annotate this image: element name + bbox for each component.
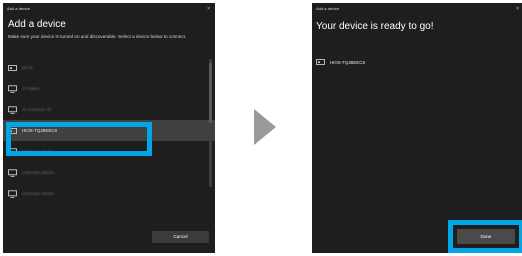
selection-highlight [6,122,152,156]
storage-device-icon [316,59,325,65]
device-name: Unknown device [22,170,55,175]
device-name: SI Wales [22,86,40,91]
monitor-icon [8,84,17,93]
device-name: SI reserved, Ri [22,107,52,112]
monitor-icon [8,168,17,177]
monitor-icon [8,189,17,198]
close-icon[interactable]: × [516,3,519,15]
instructions-text: Make sure your device is turned on and d… [8,34,187,39]
dialog-heading: Add a device [8,19,66,30]
device-name: Unknown device [22,191,55,196]
device-item[interactable]: SI Wales [3,78,215,99]
done-button[interactable]: Done [457,229,515,244]
cancel-button[interactable]: Cancel [152,231,209,243]
window-title: Add a device [316,6,340,11]
done-highlight: Done [448,220,522,253]
close-icon[interactable]: × [207,3,210,15]
paired-device: HIOS-TQJBEEC8 [316,58,365,66]
arrow-right-icon [254,109,276,145]
device-name: Mi-02 [22,65,33,70]
scrollbar-thumb[interactable] [209,63,212,123]
title-bar: Add a device × [312,3,522,15]
monitor-icon [8,105,17,114]
device-item[interactable]: SI reserved, Ri [3,99,215,120]
dialog-heading: Your device is ready to go! [316,21,434,32]
scrollbar[interactable] [209,59,212,187]
window-title: Add a device [7,6,31,11]
device-name: HIOS-TQJBEEC8 [330,59,365,65]
title-bar: Add a device × [3,3,215,15]
device-ready-dialog: Add a device × Your device is ready to g… [312,3,522,253]
device-item[interactable]: Mi-02 [3,57,215,78]
device-item[interactable]: Unknown device [3,162,215,183]
storage-device-icon [8,64,17,71]
device-item[interactable]: Unknown device [3,183,215,204]
